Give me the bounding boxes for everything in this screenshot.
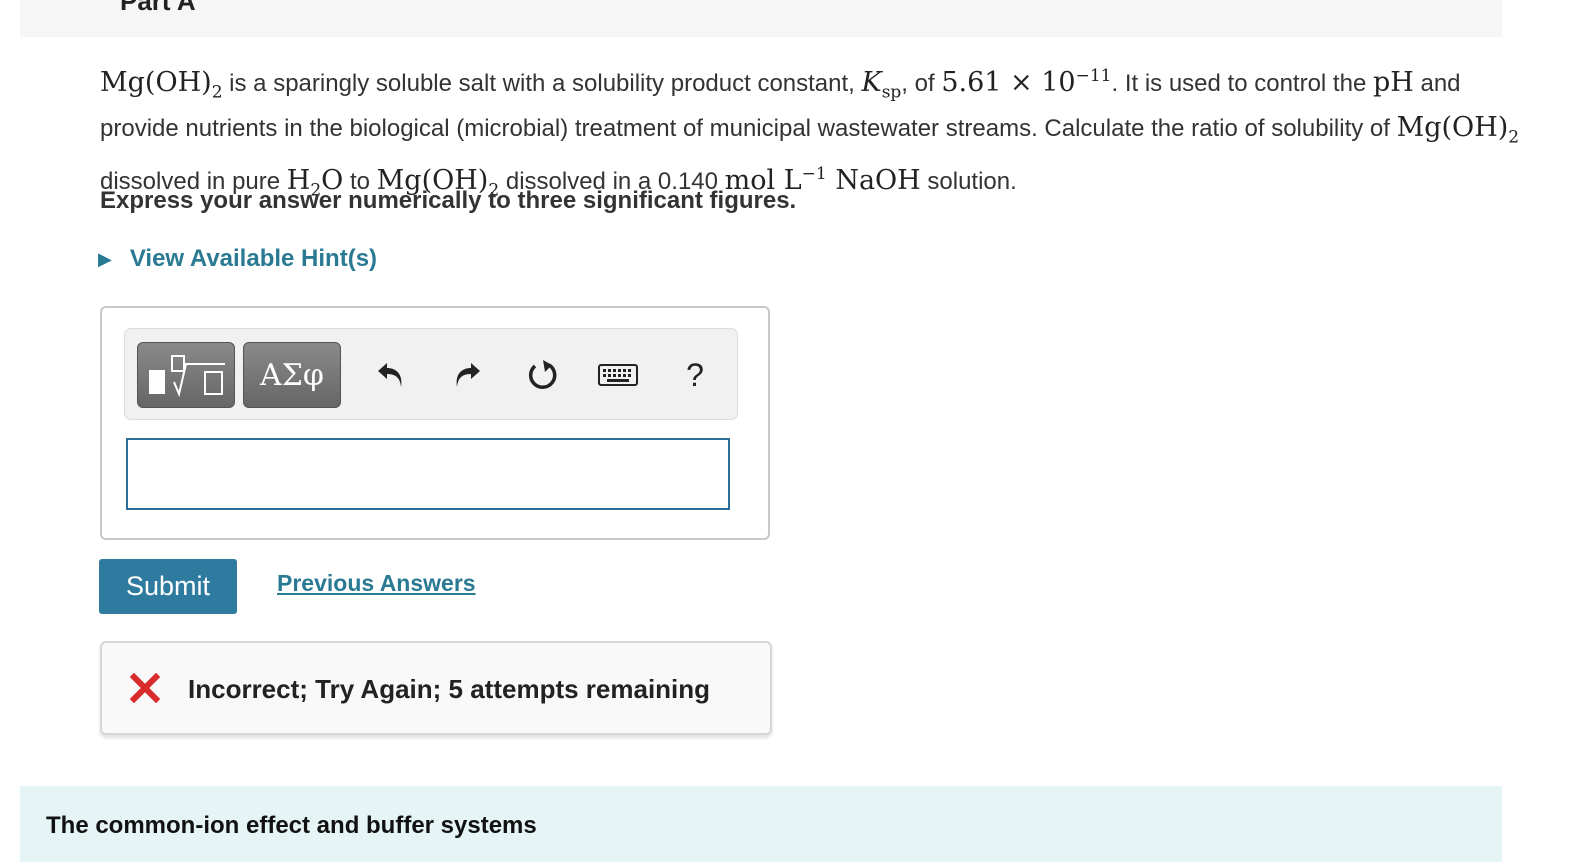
subscript: 2 <box>211 82 223 103</box>
reset-icon[interactable] <box>523 355 563 395</box>
submit-button[interactable]: Submit <box>99 559 237 614</box>
template-icon <box>149 355 225 398</box>
subscript: 2 <box>1508 127 1520 148</box>
x-icon <box>130 673 160 703</box>
next-section-title: The common-ion effect and buffer systems <box>46 812 537 839</box>
templates-button[interactable] <box>137 342 235 408</box>
ph-symbol: pH <box>1372 67 1414 98</box>
part-header: Part A <box>20 0 1502 37</box>
part-title: Part A <box>120 0 196 16</box>
undo-icon[interactable] <box>371 355 411 395</box>
ksp-symbol: K <box>861 67 882 98</box>
keyboard-icon[interactable] <box>597 355 639 395</box>
question-text: Mg(OH)2 is a sparingly soluble salt with… <box>100 58 1520 208</box>
ksp-value: 5.61 × 10 <box>941 67 1076 98</box>
formula-mgoh2: Mg(OH) <box>100 67 212 98</box>
question-segment: is a sparingly soluble salt with a solub… <box>222 70 862 97</box>
hint-label: View Available Hint(s) <box>129 245 378 272</box>
redo-icon[interactable] <box>447 355 487 395</box>
instruction-text: Express your answer numerically to three… <box>100 187 797 214</box>
question-segment: . It is used to control the <box>1111 70 1373 97</box>
ksp-subscript: sp <box>881 82 902 103</box>
question-segment: solution. <box>920 167 1017 195</box>
feedback-box: Incorrect; Try Again; 5 attempts remaini… <box>100 641 772 735</box>
answer-box: ΑΣφ ? <box>100 306 770 540</box>
feedback-message: Incorrect; Try Again; 5 attempts remaini… <box>188 674 711 704</box>
help-icon[interactable]: ? <box>675 355 715 395</box>
question-segment: , of <box>901 70 942 97</box>
math-toolbar: ΑΣφ ? <box>124 328 738 420</box>
formula-naoh: NaOH <box>835 164 921 196</box>
view-hints-link[interactable]: ▶ View Available Hint(s) <box>98 245 377 273</box>
ksp-exponent: −11 <box>1075 66 1112 86</box>
answer-input[interactable] <box>126 438 730 510</box>
greek-symbols-button[interactable]: ΑΣφ <box>243 342 341 408</box>
formula-mgoh2: Mg(OH) <box>1396 112 1509 144</box>
previous-answers-link[interactable]: Previous Answers <box>277 570 476 597</box>
triangle-right-icon: ▶ <box>98 248 112 269</box>
unit-exponent: −1 <box>801 163 827 184</box>
next-section-header: The common-ion effect and buffer systems <box>20 786 1502 862</box>
